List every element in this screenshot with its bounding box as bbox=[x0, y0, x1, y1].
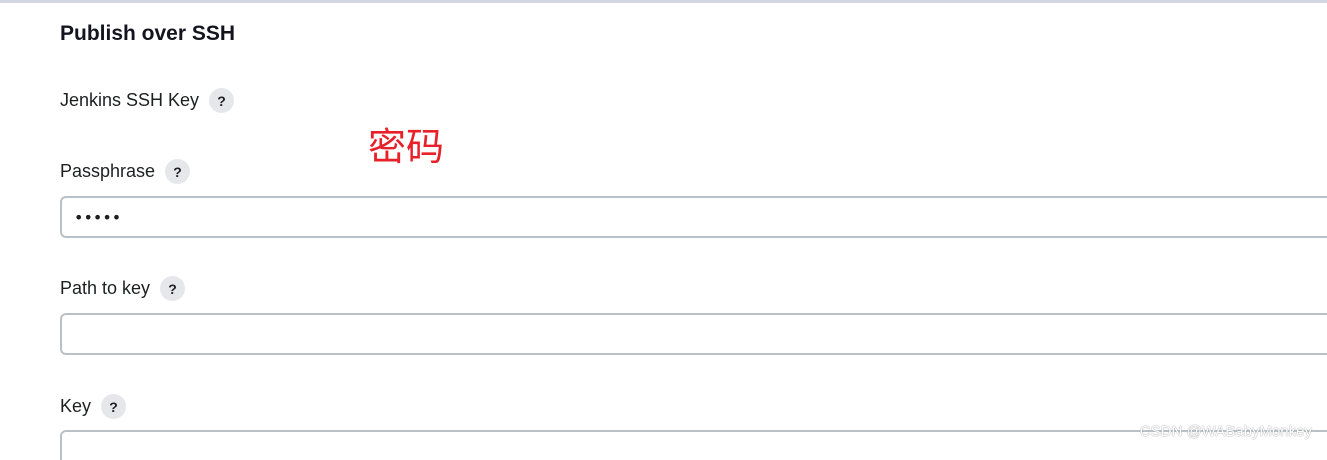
annotation-text: 密码 bbox=[368, 125, 445, 169]
help-icon[interactable]: ? bbox=[209, 88, 235, 113]
section-title: Publish over SSH bbox=[60, 22, 236, 45]
key-row: Key ? bbox=[60, 394, 127, 419]
key-label: Key bbox=[60, 396, 92, 416]
watermark: CSDN @WABabyMonkey bbox=[1139, 423, 1312, 440]
passphrase-row: Passphrase ? bbox=[60, 159, 191, 184]
jenkins-ssh-key-label: Jenkins SSH Key bbox=[60, 90, 200, 110]
path-to-key-label: Path to key bbox=[60, 278, 151, 298]
help-icon[interactable]: ? bbox=[165, 159, 191, 184]
passphrase-input[interactable]: ••••• bbox=[60, 196, 1327, 238]
passphrase-label: Passphrase bbox=[60, 161, 156, 181]
jenkins-ssh-key-row: Jenkins SSH Key ? bbox=[60, 88, 235, 113]
help-icon[interactable]: ? bbox=[160, 276, 186, 301]
top-border bbox=[0, 0, 1327, 3]
path-to-key-input[interactable] bbox=[60, 313, 1327, 355]
help-icon[interactable]: ? bbox=[101, 394, 127, 419]
key-textarea[interactable] bbox=[60, 430, 1327, 460]
path-to-key-row: Path to key ? bbox=[60, 276, 186, 301]
